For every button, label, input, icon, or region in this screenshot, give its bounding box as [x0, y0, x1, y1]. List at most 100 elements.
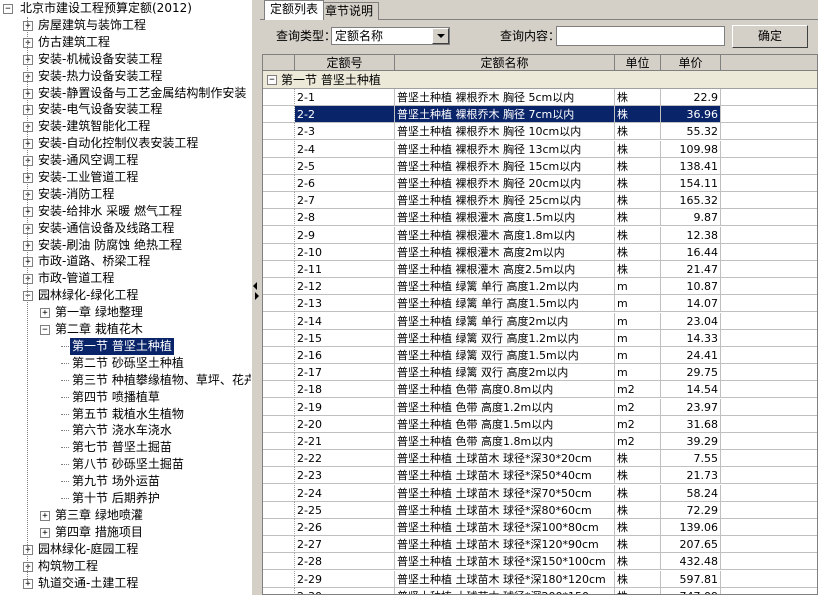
- table-row[interactable]: 2-8 普坚土种植 裸根灌木 高度1.5m以内株 9.87: [263, 209, 817, 226]
- table-row[interactable]: 2-25 普坚土种植 土球苗木 球径*深80*60cm 株 72.29: [263, 502, 817, 519]
- expand-icon[interactable]: +: [40, 528, 50, 538]
- dropdown-button[interactable]: [432, 28, 449, 44]
- table-row[interactable]: 2-13 普坚土种植 绿篱 单行 高度1.5m以内 m 14.07: [263, 295, 817, 312]
- tree-chapter[interactable]: + 第三章 绿地喷灌: [0, 507, 251, 524]
- table-row[interactable]: 2-7 普坚土种植 裸根乔木 胸径 25cm以内株 165.32: [263, 192, 817, 209]
- table-row[interactable]: 2-30普坚土种植 土球苗木 球径*深200*150cm株747.09: [263, 588, 817, 594]
- table-row[interactable]: 2-27 普坚土种植 土球苗木 球径*深120*90cm 株 207.65: [263, 536, 817, 553]
- tree-item[interactable]: + 安装-工业管道工程: [0, 169, 251, 186]
- expand-icon[interactable]: +: [40, 511, 50, 521]
- chapter-tree[interactable]: − 北京市建设工程预算定额(2012) + 房屋建筑与装饰工程 + 仿古建筑工程 + 安装-机…: [0, 0, 251, 595]
- tree-item[interactable]: + 安装-给排水 采暖 燃气工程: [0, 203, 251, 220]
- tree-root[interactable]: − 北京市建设工程预算定额(2012): [0, 0, 251, 17]
- tree-section[interactable]: 第四节 喷播植草: [0, 389, 251, 406]
- tree-item[interactable]: + 安装-消防工程: [0, 186, 251, 203]
- expand-icon[interactable]: +: [23, 139, 33, 149]
- tree-section[interactable]: 第一节 普坚土种植: [0, 338, 251, 355]
- tab-quota-list[interactable]: 定额列表: [264, 0, 325, 20]
- confirm-button[interactable]: 确定: [732, 25, 808, 48]
- tree-item[interactable]: + 园林绿化-庭园工程: [0, 541, 251, 558]
- tree-item[interactable]: + 市政-管道工程: [0, 270, 251, 287]
- collapse-left-icon[interactable]: [253, 282, 257, 290]
- tree-item[interactable]: + 安装-通信设备及线路工程: [0, 220, 251, 237]
- tree-section[interactable]: 第九节 场外运苗: [0, 473, 251, 490]
- tree-chapter-expanded[interactable]: − 第二章 栽植花木: [0, 321, 251, 338]
- collapse-icon[interactable]: −: [3, 4, 13, 14]
- query-content-input[interactable]: [556, 26, 725, 46]
- expand-icon[interactable]: +: [23, 122, 33, 132]
- tree-item[interactable]: + 安装-建筑智能化工程: [0, 118, 251, 135]
- tree-item[interactable]: + 安装-机械设备安装工程: [0, 51, 251, 68]
- table-row[interactable]: 2-11 普坚土种植 裸根灌木 高度2.5m以内株 21.47: [263, 261, 817, 278]
- expand-icon[interactable]: +: [23, 173, 33, 183]
- expand-icon[interactable]: +: [23, 562, 33, 572]
- table-row[interactable]: 2-29 普坚土种植 土球苗木 球径*深180*120cm 株 597.81: [263, 571, 817, 588]
- expand-icon[interactable]: +: [23, 241, 33, 251]
- col-header-code[interactable]: 定额号: [295, 55, 395, 71]
- table-row[interactable]: 2-6 普坚土种植 裸根乔木 胸径 20cm以内株 154.11: [263, 175, 817, 192]
- expand-icon[interactable]: +: [23, 190, 33, 200]
- quota-table[interactable]: 定额号 定额名称 单位 单价 − 第一节 普坚土种植 2-1 普坚土种植 裸根乔木…: [262, 54, 818, 595]
- table-row[interactable]: 2-15 普坚土种植 绿篱 双行 高度1.2m以内 m 14.33: [263, 330, 817, 347]
- tree-section[interactable]: 第五节 栽植水生植物: [0, 406, 251, 423]
- tree-item-expanded[interactable]: − 园林绿化-绿化工程: [0, 287, 251, 304]
- table-row[interactable]: 2-22 普坚土种植 土球苗木 球径*深30*20cm 株 7.55: [263, 450, 817, 467]
- expand-icon[interactable]: +: [23, 274, 33, 284]
- expand-icon[interactable]: +: [23, 545, 33, 555]
- tree-section[interactable]: 第七节 普坚土掘苗: [0, 439, 251, 456]
- expand-icon[interactable]: +: [23, 224, 33, 234]
- tree-item[interactable]: + 安装-热力设备安装工程: [0, 68, 251, 85]
- expand-icon[interactable]: +: [23, 55, 33, 65]
- table-row[interactable]: 2-3 普坚土种植 裸根乔木 胸径 10cm以内株 55.32: [263, 123, 817, 140]
- collapse-toggle-icon[interactable]: −: [267, 75, 277, 85]
- table-row[interactable]: 2-24 普坚土种植 土球苗木 球径*深70*50cm 株 58.24: [263, 485, 817, 502]
- col-header-price[interactable]: 单价: [661, 55, 721, 71]
- tree-item[interactable]: + 市政-道路、桥梁工程: [0, 253, 251, 270]
- tab-chapter-notes[interactable]: 章节说明: [319, 2, 380, 20]
- table-row[interactable]: 2-17 普坚土种植 绿篱 双行 高度2m以内 m 29.75: [263, 364, 817, 381]
- expand-icon[interactable]: +: [23, 156, 33, 166]
- tree-item[interactable]: + 安装-刷油 防腐蚀 绝热工程: [0, 237, 251, 254]
- expand-icon[interactable]: +: [23, 257, 33, 267]
- tree-section[interactable]: 第二节 砂砾坚土种植: [0, 355, 251, 372]
- collapse-icon[interactable]: −: [40, 325, 50, 335]
- tree-item[interactable]: + 仿古建筑工程: [0, 34, 251, 51]
- tree-item[interactable]: + 轨道交通-土建工程: [0, 575, 251, 592]
- group-row[interactable]: − 第一节 普坚土种植: [263, 71, 817, 89]
- table-row[interactable]: 2-5 普坚土种植 裸根乔木 胸径 15cm以内株 138.41: [263, 158, 817, 175]
- expand-icon[interactable]: +: [23, 105, 33, 115]
- expand-icon[interactable]: +: [23, 207, 33, 217]
- table-row[interactable]: 2-10 普坚土种植 裸根灌木 高度2m以内株 16.44: [263, 244, 817, 261]
- table-row[interactable]: 2-19 普坚土种植 色带 高度1.2m以内 m2 23.97: [263, 399, 817, 416]
- table-row[interactable]: 2-14 普坚土种植 绿篱 单行 高度2m以内 m 23.04: [263, 313, 817, 330]
- table-row[interactable]: 2-28 普坚土种植 土球苗木 球径*深150*100cm 株 432.48: [263, 553, 817, 570]
- tree-item[interactable]: + 构筑物工程: [0, 558, 251, 575]
- table-row[interactable]: 2-16 普坚土种植 绿篱 双行 高度1.5m以内 m 24.41: [263, 347, 817, 364]
- expand-icon[interactable]: +: [23, 21, 33, 31]
- expand-icon[interactable]: +: [23, 89, 33, 99]
- table-row[interactable]: 2-20 普坚土种植 色带 高度1.5m以内 m2 31.68: [263, 416, 817, 433]
- col-header-unit[interactable]: 单位: [615, 55, 661, 71]
- tree-chapter[interactable]: + 第四章 措施项目: [0, 524, 251, 541]
- tree-item[interactable]: + 安装-自动化控制仪表安装工程: [0, 135, 251, 152]
- expand-right-icon[interactable]: [255, 292, 259, 300]
- tree-section[interactable]: 第三节 种植攀缘植物、草坪、花卉: [0, 372, 251, 389]
- expand-icon[interactable]: +: [23, 579, 33, 589]
- tree-section[interactable]: 第六节 浇水车浇水: [0, 422, 251, 439]
- expand-icon[interactable]: +: [23, 72, 33, 82]
- tree-section[interactable]: 第八节 砂砾坚土掘苗: [0, 456, 251, 473]
- table-row[interactable]: 2-2 普坚土种植 裸根乔木 胸径 7cm以内株 36.96: [263, 106, 817, 123]
- tree-item[interactable]: + 安装-通风空调工程: [0, 152, 251, 169]
- expand-icon[interactable]: +: [40, 308, 50, 318]
- table-row[interactable]: 2-23 普坚土种植 土球苗木 球径*深50*40cm 株 21.73: [263, 467, 817, 484]
- tree-chapter[interactable]: + 第一章 绿地整理: [0, 304, 251, 321]
- table-row[interactable]: 2-18 普坚土种植 色带 高度0.8m以内 m2 14.54: [263, 381, 817, 398]
- col-header-name[interactable]: 定额名称: [395, 55, 615, 71]
- table-row[interactable]: 2-12 普坚土种植 绿篱 单行 高度1.2m以内 m 10.87: [263, 278, 817, 295]
- table-row[interactable]: 2-4 普坚土种植 裸根乔木 胸径 13cm以内株 109.98: [263, 141, 817, 158]
- table-row[interactable]: 2-1 普坚土种植 裸根乔木 胸径 5cm以内株 22.9: [263, 89, 817, 106]
- table-row[interactable]: 2-26 普坚土种植 土球苗木 球径*深100*80cm 株 139.06: [263, 519, 817, 536]
- table-row[interactable]: 2-21 普坚土种植 色带 高度1.8m以内 m2 39.29: [263, 433, 817, 450]
- tree-item[interactable]: + 安装-静置设备与工艺金属结构制作安装: [0, 85, 251, 102]
- tree-section[interactable]: 第十节 后期养护: [0, 490, 251, 507]
